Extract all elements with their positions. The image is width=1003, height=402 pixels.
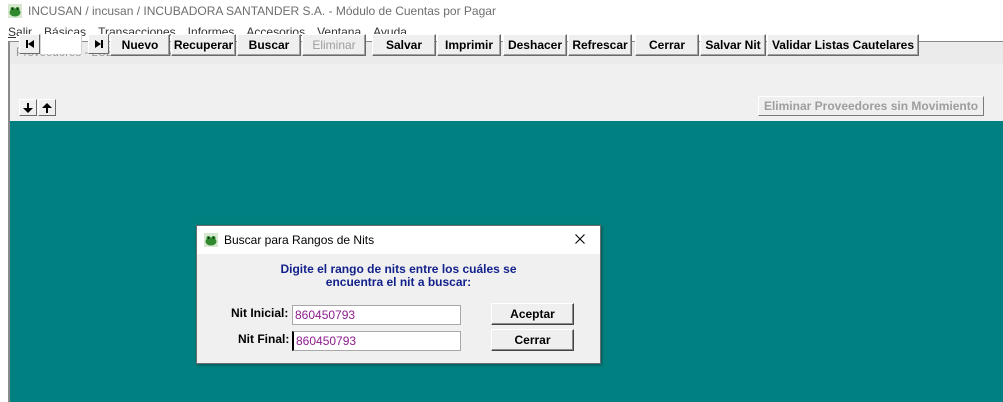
recuperar-button[interactable]: Recuperar [171,34,236,56]
record-position-field[interactable] [40,34,82,54]
first-record-button[interactable] [19,34,40,54]
validar-listas-button[interactable]: Validar Listas Cautelares [767,34,919,56]
salvar-nit-button[interactable]: Salvar Nit [700,34,766,56]
deshacer-button[interactable]: Deshacer [503,34,567,56]
app-title: INCUSAN / incusan / INCUBADORA SANTANDER… [28,4,496,18]
nit-final-input[interactable]: 860450793 [292,331,461,351]
nuevo-button[interactable]: Nuevo [110,34,170,56]
app-titlebar: INCUSAN / incusan / INCUBADORA SANTANDER… [0,0,1003,22]
dialog-titlebar: Buscar para Rangos de Nits [197,226,600,254]
move-up-button[interactable] [38,99,56,116]
last-record-icon [94,40,103,48]
frog-app-icon [8,4,22,18]
nit-final-label: Nit Final: [238,332,290,346]
imprimir-button[interactable]: Imprimir [437,34,501,56]
eliminar-button[interactable]: Eliminar [302,34,366,56]
frog-dialog-icon [204,233,218,247]
salvar-button[interactable]: Salvar [372,34,436,56]
cerrar-dialog-button[interactable]: Cerrar [491,329,574,351]
dialog-message-line2: encuentra el nit a buscar: [325,275,472,289]
menu-salir-mnemonic: S [8,24,17,39]
dialog-close-button[interactable] [572,231,588,247]
dialog-message: Digite el rango de nits entre los cuáles… [197,263,600,289]
move-down-button[interactable] [19,99,37,116]
eliminar-proveedores-button[interactable]: Eliminar Proveedores sin Movimiento [758,96,984,116]
arrow-up-icon [42,102,52,113]
refrescar-button[interactable]: Refrescar [568,34,632,56]
arrow-down-icon [23,102,33,113]
dialog-title: Buscar para Rangos de Nits [224,233,375,247]
nit-inicial-input[interactable]: 860450793 [292,305,461,325]
buscar-button[interactable]: Buscar [237,34,301,56]
cerrar-toolbar-button[interactable]: Cerrar [635,34,699,56]
buscar-rangos-dialog: Buscar para Rangos de Nits Digite el ran… [196,225,601,364]
last-record-button[interactable] [88,34,109,54]
first-record-icon [25,40,34,48]
nit-inicial-label: Nit Inicial: [231,306,289,320]
aceptar-button[interactable]: Aceptar [491,303,574,325]
close-icon [575,234,585,244]
